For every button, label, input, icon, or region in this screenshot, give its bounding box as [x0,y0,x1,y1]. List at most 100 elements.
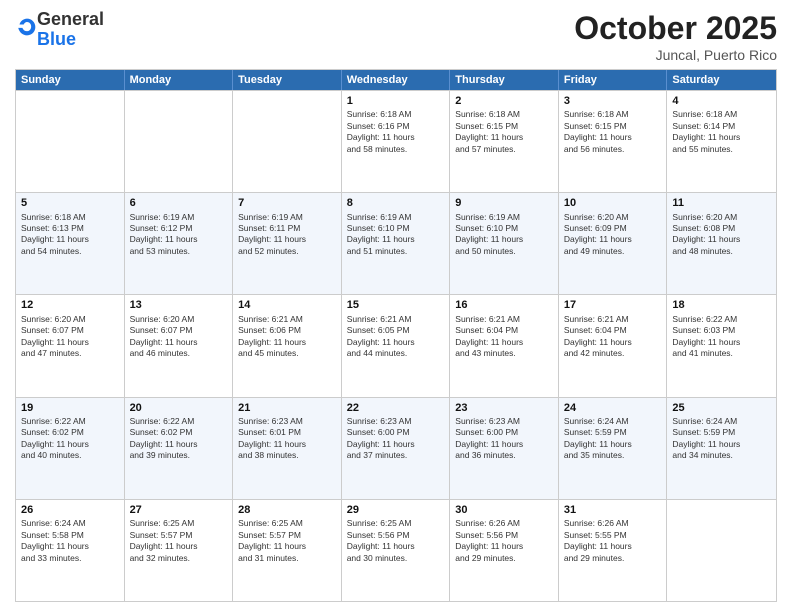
cal-cell-r0c6: 4Sunrise: 6:18 AM Sunset: 6:14 PM Daylig… [667,91,776,192]
header-friday: Friday [559,70,668,90]
day-number: 24 [564,401,662,415]
cal-cell-r0c2 [233,91,342,192]
cell-info: Sunrise: 6:23 AM Sunset: 6:01 PM Dayligh… [238,416,336,462]
day-number: 6 [130,196,228,210]
day-number: 4 [672,94,771,108]
day-number: 12 [21,298,119,312]
day-number: 16 [455,298,553,312]
day-number: 28 [238,503,336,517]
cell-info: Sunrise: 6:22 AM Sunset: 6:02 PM Dayligh… [21,416,119,462]
cal-cell-r3c0: 19Sunrise: 6:22 AM Sunset: 6:02 PM Dayli… [16,398,125,499]
cell-info: Sunrise: 6:20 AM Sunset: 6:07 PM Dayligh… [21,314,119,360]
cal-cell-r1c2: 7 Sunrise: 6:19 AM Sunset: 6:11 PM Daylig… [233,193,342,294]
calendar-row-3: 19Sunrise: 6:22 AM Sunset: 6:02 PM Dayli… [16,397,776,499]
cal-cell-r2c4: 16 Sunrise: 6:21 AM Sunset: 6:04 PM Dayli… [450,295,559,396]
cell-info: Sunrise: 6:18 AM Sunset: 6:16 PM Dayligh… [347,109,445,155]
cell-info: Sunrise: 6:19 AM Sunset: 6:12 PM Dayligh… [130,212,228,258]
day-number: 8 [347,196,445,210]
cell-info: Sunrise: 6:21 AM Sunset: 6:05 PM Dayligh… [347,314,445,360]
cal-cell-r0c3: 1Sunrise: 6:18 AM Sunset: 6:16 PM Daylig… [342,91,451,192]
header: General Blue October 2025 Juncal, Puerto… [15,10,777,63]
cal-cell-r4c5: 31Sunrise: 6:26 AM Sunset: 5:55 PM Dayli… [559,500,668,601]
day-number: 7 [238,196,336,210]
title-block: October 2025 Juncal, Puerto Rico [574,10,777,63]
cal-cell-r4c4: 30Sunrise: 6:26 AM Sunset: 5:56 PM Dayli… [450,500,559,601]
day-number: 3 [564,94,662,108]
cell-info: Sunrise: 6:19 AM Sunset: 6:10 PM Dayligh… [347,212,445,258]
header-thursday: Thursday [450,70,559,90]
day-number: 19 [21,401,119,415]
logo-blue-text: Blue [37,29,76,49]
day-number: 2 [455,94,553,108]
logo-icon [17,17,37,37]
cal-cell-r3c2: 21Sunrise: 6:23 AM Sunset: 6:01 PM Dayli… [233,398,342,499]
cell-info: Sunrise: 6:21 AM Sunset: 6:06 PM Dayligh… [238,314,336,360]
cell-info: Sunrise: 6:22 AM Sunset: 6:03 PM Dayligh… [672,314,771,360]
header-saturday: Saturday [667,70,776,90]
cell-info: Sunrise: 6:24 AM Sunset: 5:59 PM Dayligh… [672,416,771,462]
day-number: 15 [347,298,445,312]
cell-info: Sunrise: 6:24 AM Sunset: 5:59 PM Dayligh… [564,416,662,462]
header-wednesday: Wednesday [342,70,451,90]
cell-info: Sunrise: 6:20 AM Sunset: 6:07 PM Dayligh… [130,314,228,360]
cal-cell-r1c4: 9Sunrise: 6:19 AM Sunset: 6:10 PM Daylig… [450,193,559,294]
cell-info: Sunrise: 6:23 AM Sunset: 6:00 PM Dayligh… [347,416,445,462]
cal-cell-r1c3: 8 Sunrise: 6:19 AM Sunset: 6:10 PM Daylig… [342,193,451,294]
cal-cell-r2c2: 14 Sunrise: 6:21 AM Sunset: 6:06 PM Dayli… [233,295,342,396]
cell-info: Sunrise: 6:22 AM Sunset: 6:02 PM Dayligh… [130,416,228,462]
day-number: 26 [21,503,119,517]
logo-general-text: General [37,9,104,29]
day-number: 29 [347,503,445,517]
cal-cell-r3c3: 22Sunrise: 6:23 AM Sunset: 6:00 PM Dayli… [342,398,451,499]
cal-cell-r1c0: 5Sunrise: 6:18 AM Sunset: 6:13 PM Daylig… [16,193,125,294]
cal-cell-r4c0: 26Sunrise: 6:24 AM Sunset: 5:58 PM Dayli… [16,500,125,601]
page: General Blue October 2025 Juncal, Puerto… [0,0,792,612]
cell-info: Sunrise: 6:20 AM Sunset: 6:08 PM Dayligh… [672,212,771,258]
day-number: 31 [564,503,662,517]
cell-info: Sunrise: 6:18 AM Sunset: 6:15 PM Dayligh… [455,109,553,155]
cell-info: Sunrise: 6:25 AM Sunset: 5:57 PM Dayligh… [238,518,336,564]
cal-cell-r1c1: 6 Sunrise: 6:19 AM Sunset: 6:12 PM Daylig… [125,193,234,294]
cell-info: Sunrise: 6:26 AM Sunset: 5:55 PM Dayligh… [564,518,662,564]
cal-cell-r4c3: 29Sunrise: 6:25 AM Sunset: 5:56 PM Dayli… [342,500,451,601]
cell-info: Sunrise: 6:21 AM Sunset: 6:04 PM Dayligh… [455,314,553,360]
day-number: 30 [455,503,553,517]
cal-cell-r3c6: 25Sunrise: 6:24 AM Sunset: 5:59 PM Dayli… [667,398,776,499]
day-number: 9 [455,196,553,210]
cell-info: Sunrise: 6:25 AM Sunset: 5:56 PM Dayligh… [347,518,445,564]
cal-cell-r2c1: 13Sunrise: 6:20 AM Sunset: 6:07 PM Dayli… [125,295,234,396]
cal-cell-r0c0 [16,91,125,192]
cal-cell-r4c6 [667,500,776,601]
cal-cell-r3c4: 23Sunrise: 6:23 AM Sunset: 6:00 PM Dayli… [450,398,559,499]
day-number: 21 [238,401,336,415]
cell-info: Sunrise: 6:19 AM Sunset: 6:11 PM Dayligh… [238,212,336,258]
cal-cell-r1c5: 10Sunrise: 6:20 AM Sunset: 6:09 PM Dayli… [559,193,668,294]
cal-cell-r0c4: 2Sunrise: 6:18 AM Sunset: 6:15 PM Daylig… [450,91,559,192]
day-number: 14 [238,298,336,312]
calendar-row-0: 1Sunrise: 6:18 AM Sunset: 6:16 PM Daylig… [16,90,776,192]
cell-info: Sunrise: 6:18 AM Sunset: 6:15 PM Dayligh… [564,109,662,155]
calendar: Sunday Monday Tuesday Wednesday Thursday… [15,69,777,602]
header-sunday: Sunday [16,70,125,90]
header-tuesday: Tuesday [233,70,342,90]
day-number: 22 [347,401,445,415]
cal-cell-r0c5: 3Sunrise: 6:18 AM Sunset: 6:15 PM Daylig… [559,91,668,192]
calendar-row-4: 26Sunrise: 6:24 AM Sunset: 5:58 PM Dayli… [16,499,776,601]
day-number: 25 [672,401,771,415]
cal-cell-r0c1 [125,91,234,192]
cal-cell-r2c3: 15 Sunrise: 6:21 AM Sunset: 6:05 PM Dayli… [342,295,451,396]
day-number: 23 [455,401,553,415]
title-location: Juncal, Puerto Rico [574,47,777,63]
cell-info: Sunrise: 6:18 AM Sunset: 6:13 PM Dayligh… [21,212,119,258]
cell-info: Sunrise: 6:20 AM Sunset: 6:09 PM Dayligh… [564,212,662,258]
day-number: 20 [130,401,228,415]
cal-cell-r3c1: 20Sunrise: 6:22 AM Sunset: 6:02 PM Dayli… [125,398,234,499]
day-number: 11 [672,196,771,210]
day-number: 18 [672,298,771,312]
calendar-header: Sunday Monday Tuesday Wednesday Thursday… [16,70,776,90]
header-monday: Monday [125,70,234,90]
calendar-row-2: 12 Sunrise: 6:20 AM Sunset: 6:07 PM Dayli… [16,294,776,396]
cell-info: Sunrise: 6:18 AM Sunset: 6:14 PM Dayligh… [672,109,771,155]
cell-info: Sunrise: 6:26 AM Sunset: 5:56 PM Dayligh… [455,518,553,564]
cal-cell-r3c5: 24Sunrise: 6:24 AM Sunset: 5:59 PM Dayli… [559,398,668,499]
